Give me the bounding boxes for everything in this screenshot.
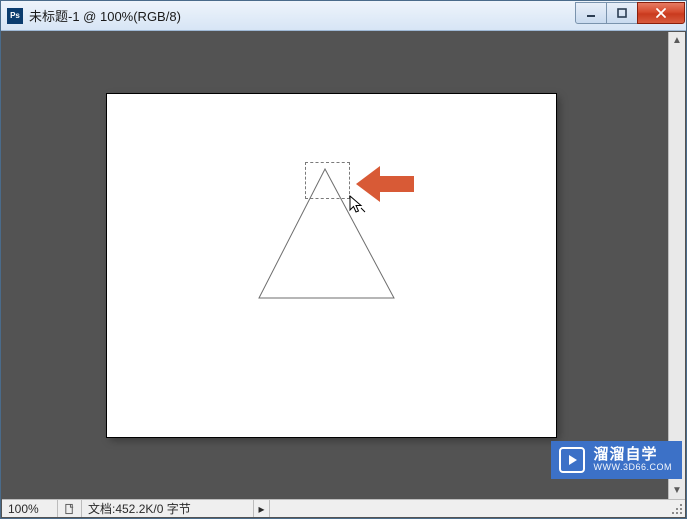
document-canvas[interactable] [107,94,556,437]
vertical-scrollbar[interactable]: ▲ ▼ [668,32,685,499]
app-icon: Ps [7,8,23,24]
doc-menu-button[interactable] [58,500,82,517]
play-icon [559,447,585,473]
window-controls [576,2,685,24]
zoom-level[interactable]: 100% [2,500,58,517]
document-icon [64,503,75,515]
resize-grip-icon[interactable] [670,502,684,516]
document-info[interactable]: 文档:452.2K/0 字节 [82,500,254,517]
titlebar[interactable]: Ps 未标题-1 @ 100%(RGB/8) [1,1,686,31]
close-button[interactable] [637,2,685,24]
scroll-up-button[interactable]: ▲ [669,32,685,49]
statusbar: 100% 文档:452.2K/0 字节 ▸ [2,499,685,517]
statusbar-filler [270,500,685,517]
minimize-button[interactable] [575,2,607,24]
maximize-button[interactable] [606,2,638,24]
statusbar-expand-button[interactable]: ▸ [254,500,270,517]
watermark-url: WWW.3D66.COM [593,463,672,473]
app-window: Ps 未标题-1 @ 100%(RGB/8) ▲ ▼ [0,0,687,519]
watermark-badge: 溜溜自学 WWW.3D66.COM [551,441,682,479]
scroll-down-button[interactable]: ▼ [669,482,685,499]
workarea: ▲ ▼ [2,32,685,499]
watermark-brand: 溜溜自学 [593,447,672,464]
canvas-content [107,94,556,437]
window-title: 未标题-1 @ 100%(RGB/8) [29,6,576,25]
marquee-selection [305,162,350,199]
